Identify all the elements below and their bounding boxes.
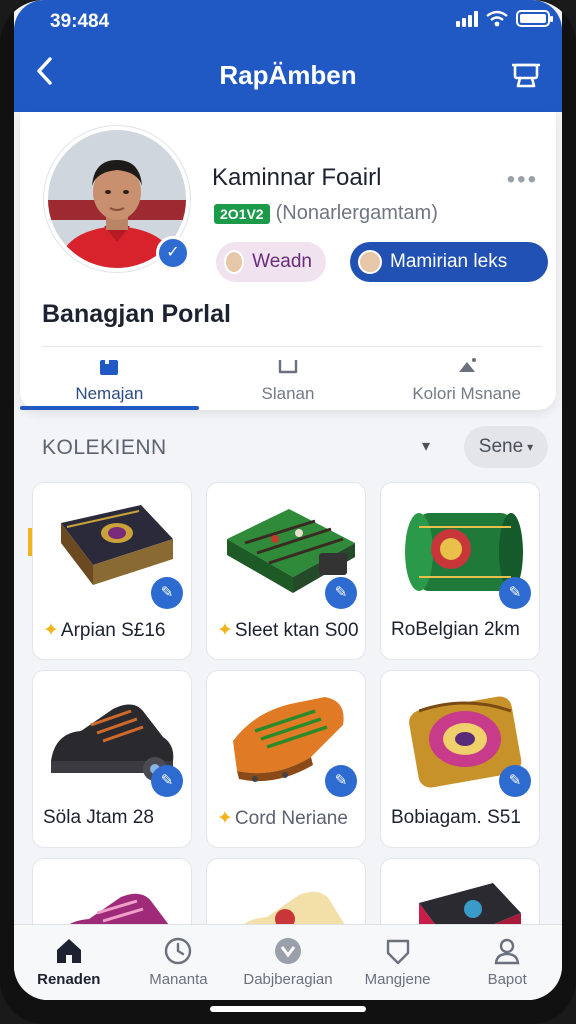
- profile-card: ✓ Kaminnar Foairl ••• 2O1V2 (Nonarlergam…: [20, 112, 556, 410]
- nav-label: Dabjberagian: [243, 971, 333, 988]
- product-name: Arpian S£16: [60, 620, 166, 641]
- product-name: Cord Neriane: [234, 808, 348, 829]
- chip-mamirian[interactable]: Mamirian leks: [350, 242, 548, 282]
- tab-nemajan[interactable]: Nemajan: [20, 348, 199, 410]
- product-grid: ✎ ✦ Arpian S£16 ✎ ✦ Sleet ktan S00 ✎ RoB…: [32, 482, 544, 1000]
- clock-face-icon: [165, 937, 192, 965]
- product-label: RoBelgian 2km: [391, 619, 533, 641]
- product-name: Bobiagam. S51: [391, 807, 521, 828]
- product-card[interactable]: ✎ RoBelgian 2km: [380, 482, 540, 660]
- product-card[interactable]: ✎ ✦ Arpian S£16: [32, 482, 192, 660]
- id-badge: 2O1V2: [214, 203, 270, 224]
- tab-label: Slanan: [261, 384, 315, 403]
- product-name: Sleet ktan S00: [234, 620, 359, 641]
- divider: [42, 346, 542, 347]
- sort-button[interactable]: Sene ▾: [464, 426, 548, 468]
- cup-icon: [278, 360, 298, 374]
- shield-icon: [386, 939, 409, 965]
- user-icon: [494, 938, 520, 965]
- collect-icon[interactable]: ✎: [499, 765, 531, 797]
- product-label: Söla Jtam 28: [43, 807, 185, 829]
- chip-weadn-label: Weadn: [252, 251, 312, 272]
- signal-icon: [456, 10, 478, 27]
- chevron-down-icon: ▾: [527, 440, 534, 454]
- tab-kolori[interactable]: Kolori Msnane: [377, 348, 556, 410]
- pyramid-icon: [458, 358, 476, 372]
- verified-badge-icon: ✓: [156, 236, 190, 270]
- home-indicator[interactable]: [210, 1006, 366, 1012]
- chevron-down-icon[interactable]: ▾: [422, 436, 430, 456]
- nav-item-renaden[interactable]: Renaden: [14, 925, 124, 1000]
- nav-item-mananta[interactable]: Mananta: [124, 925, 234, 1000]
- home-icon: [56, 939, 81, 963]
- battery-icon: [516, 10, 553, 27]
- id-row: 2O1V2 (Nonarlergamtam): [214, 202, 438, 225]
- product-label: ✦ Cord Neriane: [217, 807, 359, 830]
- collect-icon[interactable]: ✎: [325, 577, 357, 609]
- wifi-icon: [486, 10, 508, 27]
- nav-item-bapot[interactable]: Bapot: [452, 925, 562, 1000]
- screen: 39:484 RapÄmben ✓ Kaminnar Foairl ••• 2O…: [14, 0, 562, 1000]
- nav-item-mangjene[interactable]: Mangjene: [343, 925, 453, 1000]
- tab-label: Kolori Msnane: [412, 384, 522, 403]
- status-icons: [456, 10, 553, 27]
- chip-weadn[interactable]: Weadn: [216, 242, 326, 282]
- collect-icon[interactable]: ✎: [151, 765, 183, 797]
- star-icon: ✦: [43, 620, 59, 641]
- product-label: ✦ Sleet ktan S00: [217, 619, 359, 642]
- bottom-nav: Renaden Mananta Dabjberagian Mangjene Ba…: [14, 924, 562, 1000]
- collect-icon[interactable]: ✎: [499, 577, 531, 609]
- collection-label: KOLEKIENN: [42, 436, 167, 459]
- cart-button[interactable]: [510, 58, 544, 92]
- product-card[interactable]: ✎ Bobiagam. S51: [380, 670, 540, 848]
- chip-mamirian-label: Mamirian leks: [390, 251, 508, 272]
- collect-icon[interactable]: ✎: [325, 765, 357, 797]
- nav-label: Mangjene: [364, 971, 431, 988]
- product-card[interactable]: ✎ ✦ Cord Neriane: [206, 670, 366, 848]
- folder-icon: [100, 358, 119, 375]
- profile-handle: (Nonarlergamtam): [275, 202, 438, 224]
- chip-avatar-icon: [358, 250, 382, 274]
- nav-label: Bapot: [487, 971, 527, 988]
- sort-label: Sene: [478, 436, 524, 457]
- product-card[interactable]: ✎ Söla Jtam 28: [32, 670, 192, 848]
- product-card[interactable]: ✎ ✦ Sleet ktan S00: [206, 482, 366, 660]
- more-options-icon[interactable]: •••: [507, 166, 538, 194]
- product-name: RoBelgian 2km: [391, 619, 520, 640]
- game-controller-icon: [274, 938, 301, 964]
- tab-slanan[interactable]: Slanan: [199, 348, 378, 410]
- nav-label: Mananta: [149, 971, 208, 988]
- top-bar: 39:484 RapÄmben: [14, 0, 562, 112]
- product-label: Bobiagam. S51: [391, 807, 533, 829]
- collect-icon[interactable]: ✎: [151, 577, 183, 609]
- status-time: 39:484: [50, 11, 110, 32]
- nav-item-dabjberagian[interactable]: Dabjberagian: [233, 925, 343, 1000]
- profile-name: Kaminnar Foairl: [212, 164, 382, 191]
- star-icon: ✦: [217, 620, 233, 641]
- tab-label: Nemajan: [75, 384, 144, 403]
- product-name: Söla Jtam 28: [43, 807, 154, 828]
- nav-label: Renaden: [37, 971, 101, 988]
- tabs: Nemajan Slanan Kolori Msnane: [20, 348, 556, 410]
- star-icon: ✦: [217, 808, 233, 829]
- page-title: RapÄmben: [219, 60, 357, 90]
- phone-frame: 39:484 RapÄmben ✓ Kaminnar Foairl ••• 2O…: [0, 0, 576, 1024]
- chip-avatar-icon: [224, 250, 245, 274]
- cart-icon: [512, 63, 540, 88]
- product-label: ✦ Arpian S£16: [43, 619, 185, 642]
- section-title: Banagjan Porlal: [42, 300, 231, 328]
